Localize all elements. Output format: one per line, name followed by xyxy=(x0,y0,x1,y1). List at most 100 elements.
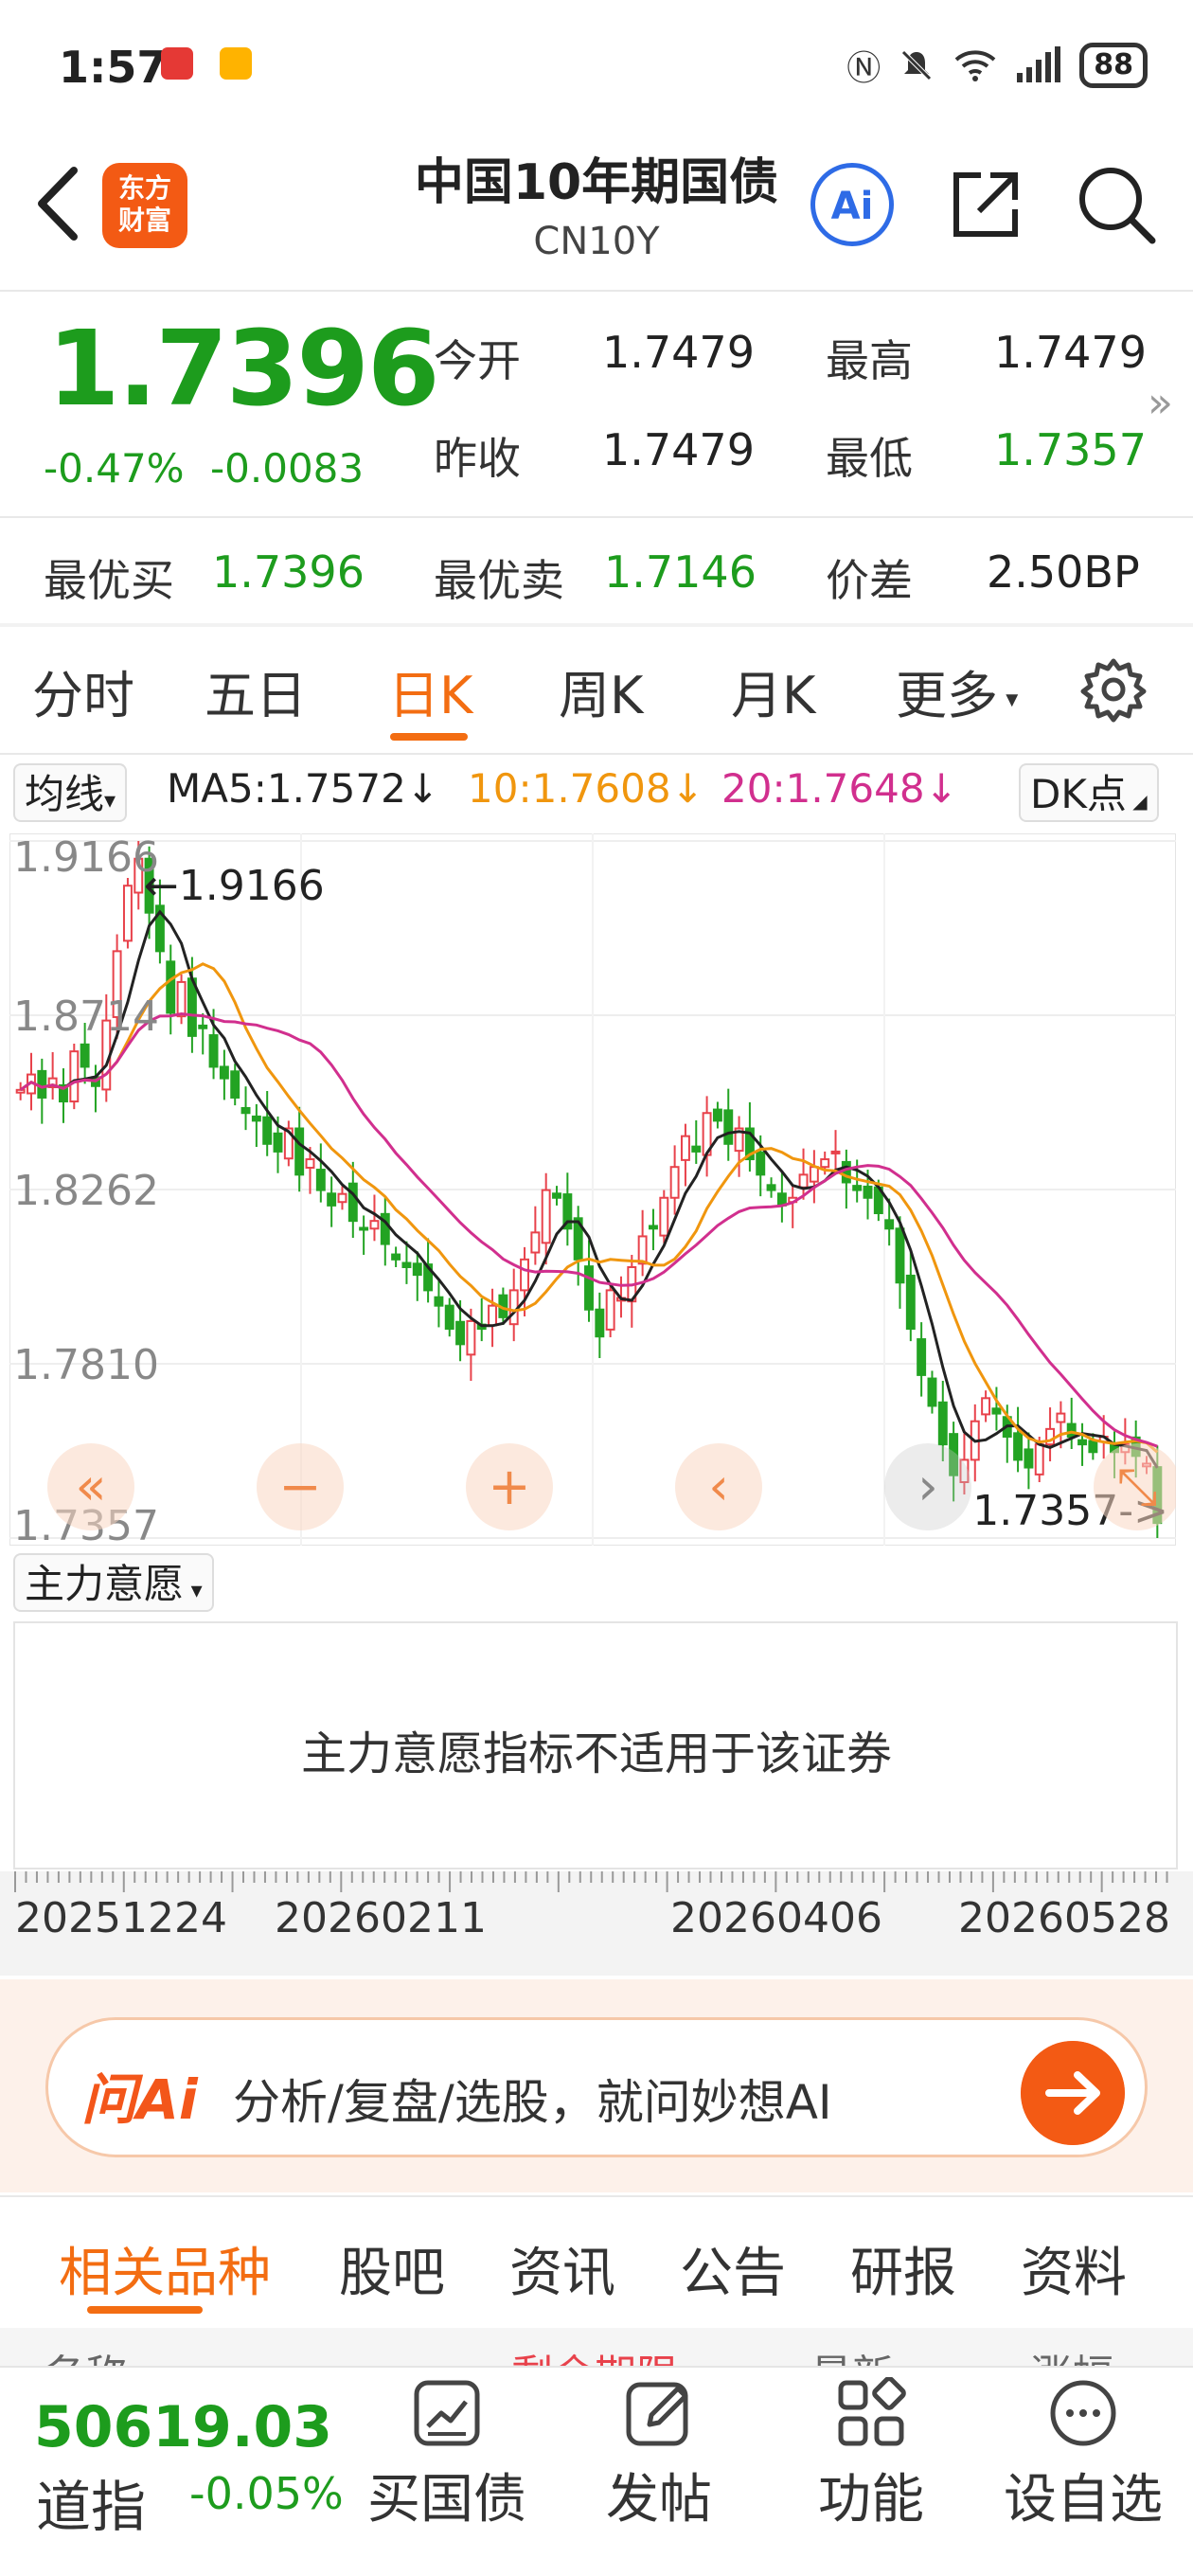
index-change[interactable]: -0.05% xyxy=(189,2468,344,2519)
candle-body xyxy=(273,1132,283,1153)
divider xyxy=(0,2195,1193,2197)
function-button[interactable]: 功能 xyxy=(786,2377,956,2533)
candle-body xyxy=(251,1115,261,1122)
ai-logo: 问Ai xyxy=(81,2067,198,2132)
y-axis-label: 1.8262 xyxy=(13,1167,159,1215)
tab-forum[interactable]: 股吧 xyxy=(339,2230,445,2307)
candle-body xyxy=(327,1192,337,1207)
candle-body xyxy=(15,1088,26,1094)
candle-body xyxy=(208,1034,219,1068)
candle-body xyxy=(830,1150,841,1154)
kline-chart[interactable]: 1.91661.87141.82621.78101.7357←1.91661.7… xyxy=(9,833,1176,1546)
indicator-selector[interactable]: 主力意愿 ▾ xyxy=(13,1553,214,1612)
candle-body xyxy=(1013,1432,1024,1461)
candle-body xyxy=(937,1401,948,1446)
open-label: 今开 xyxy=(434,335,521,386)
tab-intraday[interactable]: 分时 xyxy=(32,653,134,728)
candle-body xyxy=(80,1043,90,1068)
zoom-out-button[interactable]: − xyxy=(257,1443,344,1530)
zoom-in-icon: + xyxy=(488,1457,530,1516)
share-icon[interactable] xyxy=(947,166,1024,243)
double-left-icon: « xyxy=(75,1457,106,1516)
tab-month-k[interactable]: 月K xyxy=(731,653,815,728)
index-value[interactable]: 50619.03 xyxy=(34,2394,332,2460)
post-button[interactable]: 发帖 xyxy=(574,2377,744,2533)
candle-body xyxy=(1024,1448,1034,1469)
left-button[interactable]: ‹ xyxy=(675,1443,762,1530)
ai-button[interactable]: Ai xyxy=(810,163,894,246)
spread-value: 2.50BP xyxy=(987,546,1140,598)
search-icon[interactable] xyxy=(1075,163,1158,246)
double-left-button[interactable]: « xyxy=(47,1443,134,1530)
candle-body xyxy=(669,1166,680,1199)
date-label-start: 20251224 xyxy=(15,1894,227,1942)
col-remaining-term[interactable]: 剩余期限 xyxy=(511,2341,678,2366)
best-ask-value: 1.7146 xyxy=(604,546,757,598)
candle-body xyxy=(444,1304,454,1331)
arrow-right-icon[interactable] xyxy=(1021,2041,1125,2145)
zoom-out-icon: − xyxy=(278,1457,321,1516)
candle-body xyxy=(198,1024,208,1029)
candle-body xyxy=(466,1319,476,1356)
add-watchlist-button[interactable]: 设自选 xyxy=(998,2377,1168,2533)
tab-week-k[interactable]: 周K xyxy=(559,653,643,728)
divider xyxy=(0,623,1193,627)
candle-body xyxy=(659,1196,669,1237)
candle-body xyxy=(219,1065,229,1080)
nfc-icon: Ⓝ xyxy=(846,49,881,88)
right-button[interactable]: › xyxy=(884,1443,971,1530)
buy-bond-button[interactable]: 买国债 xyxy=(362,2377,532,2533)
dk-point-selector[interactable]: DK点 ◢ xyxy=(1019,763,1159,822)
notification-app-icon xyxy=(161,47,193,80)
candle-body xyxy=(841,1160,851,1184)
y-axis-label: 1.8714 xyxy=(13,993,159,1041)
tab-day-k[interactable]: 日K xyxy=(388,653,472,728)
candle-body xyxy=(927,1377,937,1407)
candle-body xyxy=(552,1192,561,1199)
candle-body xyxy=(240,1106,251,1115)
prev-close-label: 昨收 xyxy=(434,433,521,484)
buy-bond-label: 买国债 xyxy=(367,2469,526,2531)
date-label-3: 20260406 xyxy=(670,1894,882,1942)
more-dots-icon xyxy=(1050,2380,1116,2446)
candle-body xyxy=(262,1116,273,1145)
candle-body xyxy=(895,1227,905,1284)
candle-body xyxy=(1066,1422,1077,1438)
gear-icon[interactable] xyxy=(1079,655,1148,724)
left-icon: ‹ xyxy=(708,1457,729,1516)
tab-related[interactable]: 相关品种 xyxy=(59,2230,271,2307)
tab-five-day[interactable]: 五日 xyxy=(205,653,307,728)
candle-body xyxy=(648,1225,658,1230)
col-change[interactable]: 涨幅 xyxy=(1030,2341,1113,2366)
candle-body xyxy=(69,1050,80,1103)
caret-down-icon: ▾ xyxy=(998,685,1019,714)
candle-body xyxy=(337,1192,347,1204)
best-bid-value: 1.7396 xyxy=(212,546,365,598)
ma5-value: MA5:1.7572↓ xyxy=(167,765,439,812)
candle-body xyxy=(315,1169,326,1191)
candle-body xyxy=(369,1220,380,1230)
tab-notice[interactable]: 公告 xyxy=(680,2230,786,2307)
tab-active-indicator xyxy=(390,733,468,741)
index-name[interactable]: 道指 xyxy=(36,2462,146,2542)
col-latest[interactable]: 最新 xyxy=(810,2341,894,2366)
tab-info[interactable]: 资料 xyxy=(1021,2230,1127,2307)
ma10-value: 10:1.7608↓ xyxy=(468,765,704,812)
indicator-selector-label: 主力意愿 xyxy=(25,1561,185,1607)
zoom-in-button[interactable]: + xyxy=(466,1443,553,1530)
tab-news[interactable]: 资讯 xyxy=(509,2230,615,2307)
change-percent: -0.47% xyxy=(44,445,185,492)
candle-body xyxy=(766,1184,776,1191)
tab-research[interactable]: 研报 xyxy=(850,2230,956,2307)
candle-body xyxy=(1034,1443,1044,1476)
more-quote-arrow-icon[interactable]: » xyxy=(1148,379,1173,427)
ma-selector[interactable]: 均线▾ xyxy=(13,763,128,822)
tab-more[interactable]: 更多 ▾ xyxy=(896,653,1018,728)
candle-body xyxy=(637,1235,648,1265)
divider xyxy=(0,516,1193,518)
add-watchlist-label: 设自选 xyxy=(1004,2469,1163,2531)
best-bid-label: 最优买 xyxy=(44,555,174,606)
candle-body xyxy=(347,1182,358,1223)
divider xyxy=(0,753,1193,755)
best-ask-label: 最优卖 xyxy=(434,555,564,606)
